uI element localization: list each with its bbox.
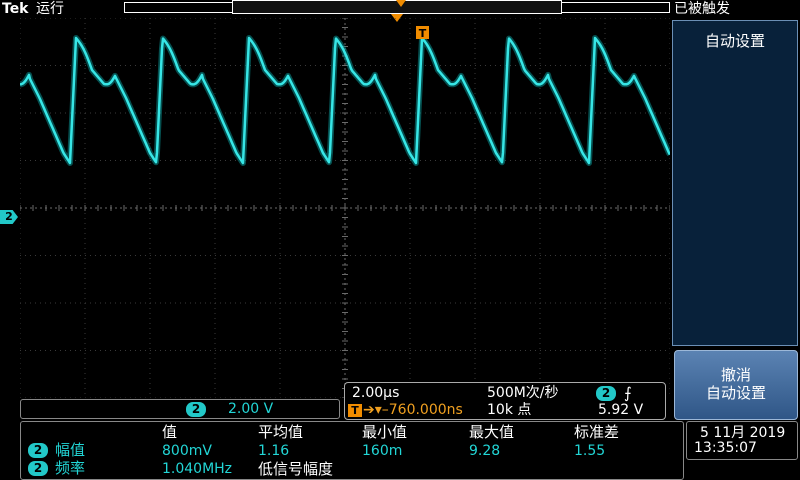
time-per-division: 2.00µs — [352, 385, 400, 401]
trigger-delay-icon: T — [348, 404, 362, 417]
trigger-delay: ➔▾–760.000ns — [363, 402, 463, 418]
trigger-state: 已被触发 — [674, 1, 730, 17]
meas-row-2-value: 1.040MHz — [162, 461, 233, 477]
acquisition-state: 运行 — [36, 1, 64, 17]
undo-autoset-label-2: 自动设置 — [705, 384, 766, 402]
ch2-scale: 2.00 V — [228, 401, 274, 417]
channel-scale-readout[interactable] — [20, 399, 340, 419]
meas-row-2-name: 频率 — [55, 459, 86, 477]
record-length: 10k 点 — [487, 402, 532, 418]
meas-header-max: 最大值 — [469, 423, 515, 441]
meas-header-min: 最小值 — [362, 423, 408, 441]
meas-row-1-max: 9.28 — [469, 443, 501, 459]
trigger-marker-label: T — [419, 27, 427, 40]
date: 5 11月 2019 — [700, 425, 786, 441]
ch2-badge: 2 — [186, 402, 206, 417]
timeline-trigger-icon — [396, 0, 406, 7]
undo-autoset-label-1: 撤消 — [720, 366, 751, 384]
meas-row-1-channel: 2 — [28, 443, 48, 458]
meas-row-1-name: 幅值 — [55, 441, 86, 459]
meas-row-1-value: 800mV — [162, 443, 212, 459]
trigger-level: 5.92 V — [598, 402, 644, 418]
meas-row-2-channel: 2 — [28, 461, 48, 476]
undo-autoset-button[interactable]: 撤消 自动设置 — [674, 350, 798, 420]
meas-header-value: 值 — [162, 423, 178, 441]
meas-header-stddev: 标准差 — [574, 423, 620, 441]
meas-header-mean: 平均值 — [258, 423, 304, 441]
trigger-source-badge: 2 — [596, 386, 616, 401]
waveform-display[interactable]: T — [20, 18, 670, 398]
meas-row-1-mean: 1.16 — [258, 443, 290, 459]
autoset-title: 自动设置 — [704, 32, 765, 50]
brand-logo: Tek — [2, 1, 29, 17]
time: 13:35:07 — [694, 440, 757, 456]
trigger-marker: T — [416, 26, 429, 40]
rising-edge-icon: ⨍ — [624, 384, 632, 402]
meas-row-1-min: 160m — [362, 443, 403, 459]
meas-row-2-status: 低信号幅度 — [258, 460, 334, 478]
autoset-panel: 自动设置 — [672, 20, 798, 346]
ch2-ground-marker[interactable]: 2 — [0, 210, 18, 224]
sample-rate: 500M次/秒 — [487, 385, 559, 401]
meas-row-1-stddev: 1.55 — [574, 443, 606, 459]
